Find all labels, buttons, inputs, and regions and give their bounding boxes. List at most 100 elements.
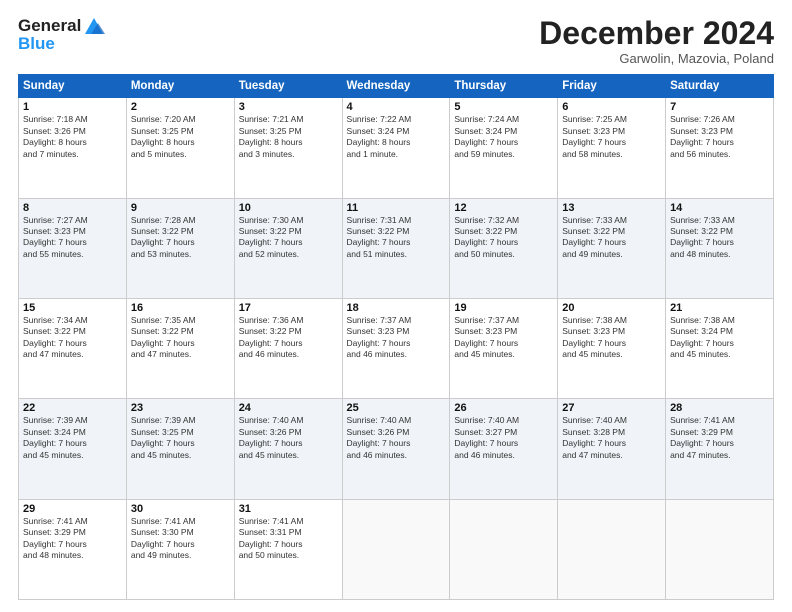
day-cell: 3Sunrise: 7:21 AM Sunset: 3:25 PM Daylig…: [234, 98, 342, 198]
month-title: December 2024: [539, 16, 774, 51]
day-number: 13: [562, 202, 661, 214]
day-info: Sunrise: 7:38 AM Sunset: 3:24 PM Dayligh…: [670, 315, 769, 361]
day-number: 30: [131, 503, 230, 515]
day-info: Sunrise: 7:40 AM Sunset: 3:27 PM Dayligh…: [454, 415, 553, 461]
day-cell: 4Sunrise: 7:22 AM Sunset: 3:24 PM Daylig…: [342, 98, 450, 198]
day-cell: 31Sunrise: 7:41 AM Sunset: 3:31 PM Dayli…: [234, 499, 342, 599]
page: General Blue December 2024 Garwolin, Maz…: [0, 0, 792, 612]
week-row-2: 8Sunrise: 7:27 AM Sunset: 3:23 PM Daylig…: [19, 198, 774, 298]
day-info: Sunrise: 7:41 AM Sunset: 3:29 PM Dayligh…: [670, 415, 769, 461]
day-info: Sunrise: 7:34 AM Sunset: 3:22 PM Dayligh…: [23, 315, 122, 361]
day-number: 27: [562, 402, 661, 414]
day-info: Sunrise: 7:33 AM Sunset: 3:22 PM Dayligh…: [670, 215, 769, 261]
logo-icon: [83, 16, 105, 36]
location: Garwolin, Mazovia, Poland: [539, 51, 774, 66]
day-info: Sunrise: 7:18 AM Sunset: 3:26 PM Dayligh…: [23, 114, 122, 160]
day-info: Sunrise: 7:32 AM Sunset: 3:22 PM Dayligh…: [454, 215, 553, 261]
day-cell: 11Sunrise: 7:31 AM Sunset: 3:22 PM Dayli…: [342, 198, 450, 298]
day-number: 29: [23, 503, 122, 515]
day-info: Sunrise: 7:41 AM Sunset: 3:31 PM Dayligh…: [239, 516, 338, 562]
col-header-sunday: Sunday: [19, 75, 127, 98]
day-number: 17: [239, 302, 338, 314]
week-row-5: 29Sunrise: 7:41 AM Sunset: 3:29 PM Dayli…: [19, 499, 774, 599]
week-row-1: 1Sunrise: 7:18 AM Sunset: 3:26 PM Daylig…: [19, 98, 774, 198]
day-number: 3: [239, 101, 338, 113]
header-row: SundayMondayTuesdayWednesdayThursdayFrid…: [19, 75, 774, 98]
day-cell: 18Sunrise: 7:37 AM Sunset: 3:23 PM Dayli…: [342, 298, 450, 398]
day-number: 2: [131, 101, 230, 113]
day-info: Sunrise: 7:24 AM Sunset: 3:24 PM Dayligh…: [454, 114, 553, 160]
day-cell: 12Sunrise: 7:32 AM Sunset: 3:22 PM Dayli…: [450, 198, 558, 298]
day-info: Sunrise: 7:38 AM Sunset: 3:23 PM Dayligh…: [562, 315, 661, 361]
day-info: Sunrise: 7:40 AM Sunset: 3:28 PM Dayligh…: [562, 415, 661, 461]
day-cell: 20Sunrise: 7:38 AM Sunset: 3:23 PM Dayli…: [558, 298, 666, 398]
day-cell: [666, 499, 774, 599]
day-number: 28: [670, 402, 769, 414]
week-row-4: 22Sunrise: 7:39 AM Sunset: 3:24 PM Dayli…: [19, 399, 774, 499]
day-cell: 8Sunrise: 7:27 AM Sunset: 3:23 PM Daylig…: [19, 198, 127, 298]
day-cell: 28Sunrise: 7:41 AM Sunset: 3:29 PM Dayli…: [666, 399, 774, 499]
day-cell: 9Sunrise: 7:28 AM Sunset: 3:22 PM Daylig…: [126, 198, 234, 298]
day-info: Sunrise: 7:26 AM Sunset: 3:23 PM Dayligh…: [670, 114, 769, 160]
day-number: 21: [670, 302, 769, 314]
day-info: Sunrise: 7:33 AM Sunset: 3:22 PM Dayligh…: [562, 215, 661, 261]
day-cell: 5Sunrise: 7:24 AM Sunset: 3:24 PM Daylig…: [450, 98, 558, 198]
day-info: Sunrise: 7:30 AM Sunset: 3:22 PM Dayligh…: [239, 215, 338, 261]
day-cell: 15Sunrise: 7:34 AM Sunset: 3:22 PM Dayli…: [19, 298, 127, 398]
week-row-3: 15Sunrise: 7:34 AM Sunset: 3:22 PM Dayli…: [19, 298, 774, 398]
day-info: Sunrise: 7:41 AM Sunset: 3:29 PM Dayligh…: [23, 516, 122, 562]
day-cell: 1Sunrise: 7:18 AM Sunset: 3:26 PM Daylig…: [19, 98, 127, 198]
day-cell: 21Sunrise: 7:38 AM Sunset: 3:24 PM Dayli…: [666, 298, 774, 398]
day-cell: 19Sunrise: 7:37 AM Sunset: 3:23 PM Dayli…: [450, 298, 558, 398]
col-header-wednesday: Wednesday: [342, 75, 450, 98]
day-cell: 2Sunrise: 7:20 AM Sunset: 3:25 PM Daylig…: [126, 98, 234, 198]
day-cell: 23Sunrise: 7:39 AM Sunset: 3:25 PM Dayli…: [126, 399, 234, 499]
logo-text-general: General: [18, 16, 81, 35]
col-header-tuesday: Tuesday: [234, 75, 342, 98]
day-number: 15: [23, 302, 122, 314]
day-info: Sunrise: 7:25 AM Sunset: 3:23 PM Dayligh…: [562, 114, 661, 160]
day-info: Sunrise: 7:31 AM Sunset: 3:22 PM Dayligh…: [347, 215, 446, 261]
day-info: Sunrise: 7:20 AM Sunset: 3:25 PM Dayligh…: [131, 114, 230, 160]
day-cell: 6Sunrise: 7:25 AM Sunset: 3:23 PM Daylig…: [558, 98, 666, 198]
title-area: December 2024 Garwolin, Mazovia, Poland: [539, 16, 774, 66]
day-cell: 17Sunrise: 7:36 AM Sunset: 3:22 PM Dayli…: [234, 298, 342, 398]
day-number: 22: [23, 402, 122, 414]
day-cell: [450, 499, 558, 599]
header: General Blue December 2024 Garwolin, Maz…: [18, 16, 774, 66]
day-number: 7: [670, 101, 769, 113]
day-number: 6: [562, 101, 661, 113]
day-number: 11: [347, 202, 446, 214]
day-cell: 16Sunrise: 7:35 AM Sunset: 3:22 PM Dayli…: [126, 298, 234, 398]
day-info: Sunrise: 7:39 AM Sunset: 3:25 PM Dayligh…: [131, 415, 230, 461]
day-number: 5: [454, 101, 553, 113]
day-info: Sunrise: 7:21 AM Sunset: 3:25 PM Dayligh…: [239, 114, 338, 160]
day-number: 19: [454, 302, 553, 314]
day-cell: 22Sunrise: 7:39 AM Sunset: 3:24 PM Dayli…: [19, 399, 127, 499]
day-number: 14: [670, 202, 769, 214]
day-number: 18: [347, 302, 446, 314]
day-number: 20: [562, 302, 661, 314]
day-number: 23: [131, 402, 230, 414]
day-info: Sunrise: 7:40 AM Sunset: 3:26 PM Dayligh…: [239, 415, 338, 461]
day-number: 4: [347, 101, 446, 113]
day-info: Sunrise: 7:28 AM Sunset: 3:22 PM Dayligh…: [131, 215, 230, 261]
day-number: 26: [454, 402, 553, 414]
day-info: Sunrise: 7:22 AM Sunset: 3:24 PM Dayligh…: [347, 114, 446, 160]
day-info: Sunrise: 7:35 AM Sunset: 3:22 PM Dayligh…: [131, 315, 230, 361]
day-cell: 26Sunrise: 7:40 AM Sunset: 3:27 PM Dayli…: [450, 399, 558, 499]
col-header-thursday: Thursday: [450, 75, 558, 98]
day-cell: 10Sunrise: 7:30 AM Sunset: 3:22 PM Dayli…: [234, 198, 342, 298]
day-number: 24: [239, 402, 338, 414]
col-header-monday: Monday: [126, 75, 234, 98]
day-cell: 24Sunrise: 7:40 AM Sunset: 3:26 PM Dayli…: [234, 399, 342, 499]
day-cell: 14Sunrise: 7:33 AM Sunset: 3:22 PM Dayli…: [666, 198, 774, 298]
day-cell: 27Sunrise: 7:40 AM Sunset: 3:28 PM Dayli…: [558, 399, 666, 499]
day-cell: 7Sunrise: 7:26 AM Sunset: 3:23 PM Daylig…: [666, 98, 774, 198]
day-info: Sunrise: 7:39 AM Sunset: 3:24 PM Dayligh…: [23, 415, 122, 461]
day-info: Sunrise: 7:37 AM Sunset: 3:23 PM Dayligh…: [454, 315, 553, 361]
day-number: 9: [131, 202, 230, 214]
day-cell: 25Sunrise: 7:40 AM Sunset: 3:26 PM Dayli…: [342, 399, 450, 499]
col-header-friday: Friday: [558, 75, 666, 98]
day-number: 10: [239, 202, 338, 214]
